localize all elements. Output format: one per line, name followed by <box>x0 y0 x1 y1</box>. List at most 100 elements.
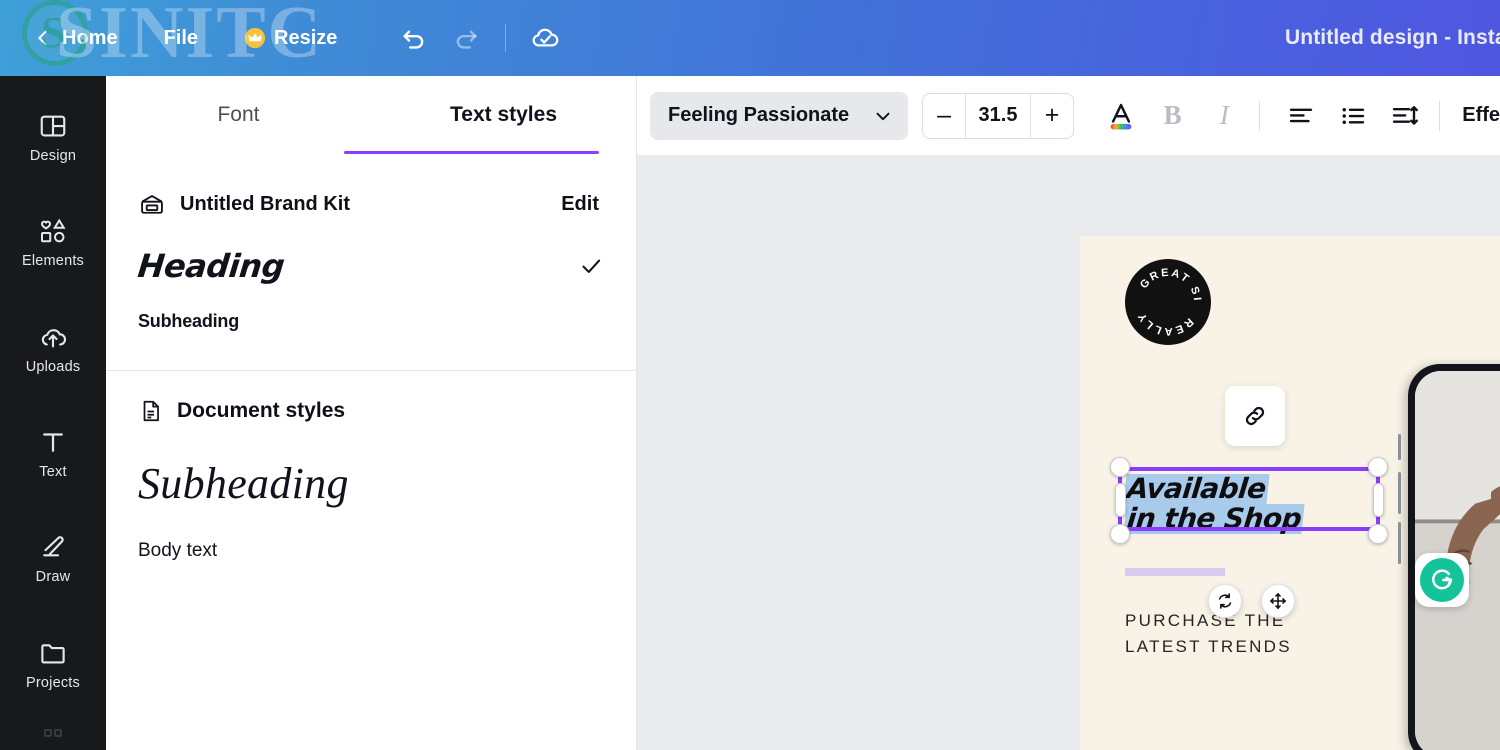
font-size-input[interactable]: 31.5 <box>965 94 1031 138</box>
cloud-upload-icon <box>38 322 68 352</box>
canva-editor-window: Home File Resize <box>0 0 1500 750</box>
sidebar-item-draw[interactable]: Draw <box>7 515 99 602</box>
font-family-label: Feeling Passionate <box>668 104 862 127</box>
tagline-line-2: LATEST TRENDS <box>1125 634 1292 660</box>
redo-button[interactable] <box>443 15 489 61</box>
folder-icon <box>38 638 68 668</box>
bullet-list-button[interactable] <box>1330 91 1376 141</box>
line-spacing-icon <box>1389 101 1419 131</box>
bold-button[interactable]: B <box>1150 91 1196 141</box>
home-label: Home <box>62 27 118 50</box>
text-t-icon <box>38 427 68 457</box>
svg-text:REALLY: REALLY <box>1135 309 1195 337</box>
document-styles-header[interactable]: Document styles <box>138 383 604 439</box>
resize-button[interactable]: Resize <box>230 19 351 58</box>
resize-handle-bottom-right[interactable] <box>1368 524 1388 544</box>
brand-style-heading[interactable]: Heading <box>138 240 604 292</box>
document-title[interactable]: Untitled design - Insta <box>1285 26 1500 50</box>
toolbar-divider <box>1259 101 1260 131</box>
line-spacing-button[interactable] <box>1382 91 1428 141</box>
bullet-list-icon <box>1338 101 1368 131</box>
selected-text-line-1: Available <box>1123 474 1269 504</box>
sidebar-item-text[interactable]: Text <box>7 410 99 497</box>
panel-tabs: Font Text styles <box>106 76 636 154</box>
resize-handle-top-right[interactable] <box>1368 457 1388 477</box>
undo-icon <box>399 23 429 53</box>
undo-button[interactable] <box>391 15 437 61</box>
brand-kit-name: Untitled Brand Kit <box>180 193 561 216</box>
tab-label: Font <box>217 103 259 127</box>
saved-status-button[interactable] <box>522 15 568 61</box>
tab-font[interactable]: Font <box>106 76 371 154</box>
font-size-decrease-button[interactable]: – <box>923 94 965 138</box>
panel-divider <box>106 370 636 371</box>
phone-volume-down-button <box>1398 522 1401 564</box>
move-handle-button[interactable] <box>1261 584 1295 618</box>
header-divider <box>505 24 506 52</box>
phone-mute-button <box>1398 434 1401 460</box>
top-header-bar: Home File Resize <box>0 0 1500 76</box>
selected-text-element[interactable]: Available in the Shop <box>1125 474 1380 534</box>
left-sidebar-rail: Design Elements Uploads Text <box>0 76 106 750</box>
design-page[interactable]: GREAT SITE REALLY <box>1080 236 1500 750</box>
tagline-text[interactable]: PURCHASE THE LATEST TRENDS <box>1125 608 1292 659</box>
doc-style-subheading[interactable]: Subheading <box>138 445 604 521</box>
toolbar-divider-2 <box>1439 101 1440 131</box>
document-styles-title: Document styles <box>177 399 345 423</box>
cloud-check-icon <box>529 22 561 54</box>
sidebar-item-label: Draw <box>36 569 71 585</box>
circular-stamp-badge[interactable]: GREAT SITE REALLY <box>1125 259 1211 345</box>
text-color-button[interactable] <box>1098 91 1144 141</box>
resize-handle-left-middle[interactable] <box>1115 483 1126 517</box>
sidebar-item-label: Elements <box>22 253 84 269</box>
brand-style-label: Heading <box>136 247 580 285</box>
sidebar-item-more[interactable] <box>7 726 99 750</box>
document-styles-section: Document styles Subheading Body text <box>106 383 636 575</box>
back-arrow-icon <box>32 27 54 49</box>
move-icon <box>1268 591 1288 611</box>
pencil-icon <box>38 532 68 562</box>
sidebar-item-elements[interactable]: Elements <box>7 199 99 286</box>
align-button[interactable] <box>1278 91 1324 141</box>
sidebar-item-design[interactable]: Design <box>7 94 99 181</box>
brand-kit-icon <box>138 190 166 218</box>
rotate-handle-button[interactable] <box>1208 584 1242 618</box>
file-menu-button[interactable]: File <box>150 19 212 58</box>
grammarly-button[interactable] <box>1415 553 1469 607</box>
font-family-dropdown[interactable]: Feeling Passionate <box>650 92 908 140</box>
sidebar-item-uploads[interactable]: Uploads <box>7 305 99 392</box>
home-button[interactable]: Home <box>18 19 132 58</box>
brand-kit-edit-button[interactable]: Edit <box>561 193 604 216</box>
sidebar-item-label: Design <box>30 148 76 164</box>
redo-icon <box>451 23 481 53</box>
badge-text-icon: GREAT SITE REALLY <box>1125 259 1211 345</box>
brand-kit-header: Untitled Brand Kit Edit <box>138 174 604 234</box>
design-canvas-area[interactable]: GREAT SITE REALLY <box>637 156 1500 750</box>
resize-handle-top-left[interactable] <box>1110 457 1130 477</box>
brand-style-subheading[interactable]: Subheading <box>138 298 604 344</box>
file-label: File <box>164 27 198 50</box>
font-size-increase-button[interactable]: + <box>1031 94 1073 138</box>
text-color-icon <box>1104 99 1138 133</box>
effects-button[interactable]: Effe <box>1462 104 1500 127</box>
text-styles-panel: Font Text styles Untitled Brand Kit Edit… <box>106 76 637 750</box>
brand-kit-section: Untitled Brand Kit Edit Heading Subheadi… <box>106 174 636 344</box>
grammarly-icon <box>1420 558 1464 602</box>
italic-button[interactable]: I <box>1201 91 1247 141</box>
sidebar-item-label: Projects <box>26 675 80 691</box>
sidebar-item-projects[interactable]: Projects <box>7 621 99 708</box>
rotate-icon <box>1215 591 1235 611</box>
brand-style-label: Subheading <box>138 311 604 332</box>
accent-bar[interactable] <box>1125 568 1225 576</box>
link-element-card[interactable] <box>1225 386 1285 446</box>
layout-icon <box>38 111 68 141</box>
sidebar-item-label: Uploads <box>26 359 81 375</box>
crown-icon <box>244 27 266 49</box>
link-icon <box>1241 402 1269 430</box>
resize-handle-right-middle[interactable] <box>1373 483 1384 517</box>
tab-text-styles[interactable]: Text styles <box>371 76 636 154</box>
resize-handle-bottom-left[interactable] <box>1110 524 1130 544</box>
phone-volume-up-button <box>1398 472 1401 514</box>
check-icon <box>578 253 604 279</box>
doc-style-body[interactable]: Body text <box>138 527 604 575</box>
